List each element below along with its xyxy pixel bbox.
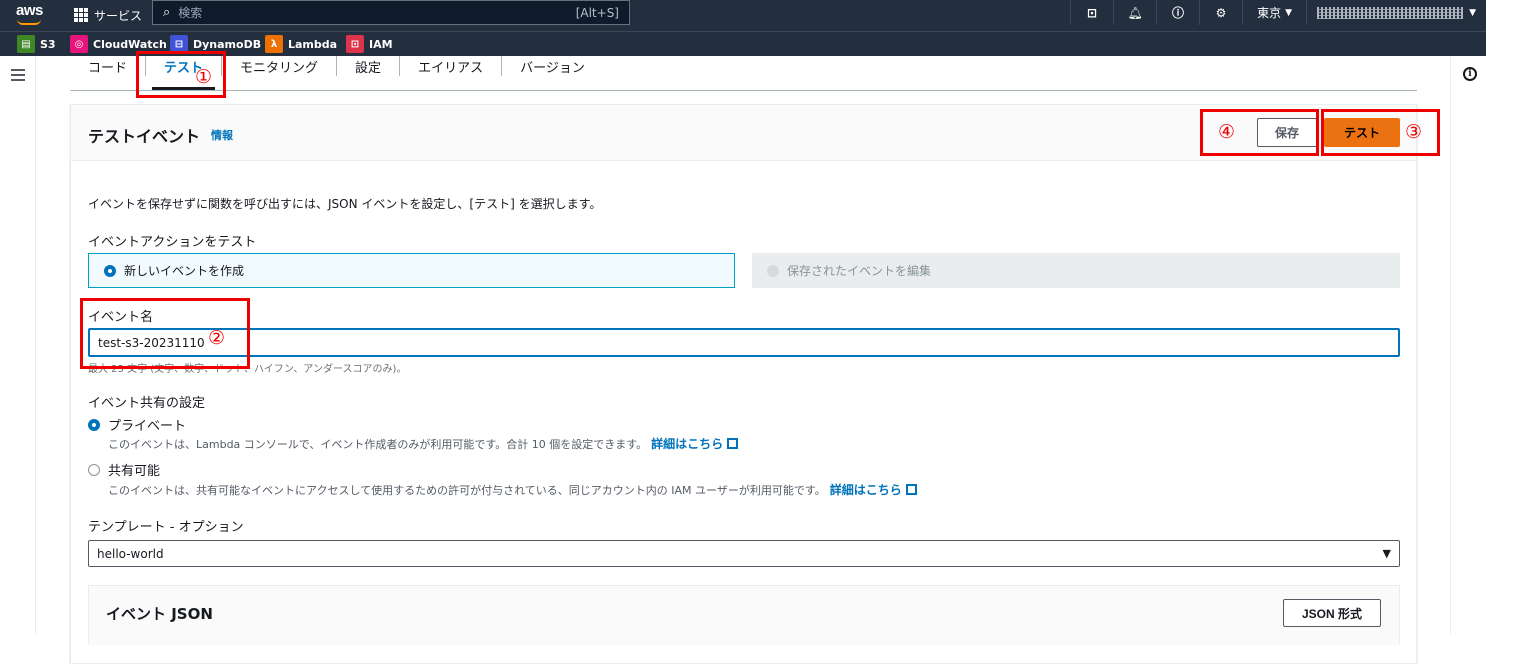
sharing-label: イベント共有の設定 bbox=[88, 396, 206, 411]
services-menu-button[interactable]: サービス bbox=[74, 5, 142, 25]
event-name-input[interactable]: test-s3-20231110 bbox=[88, 328, 1400, 357]
tab-code[interactable]: コード bbox=[70, 56, 147, 76]
test-event-panel: テストイベント 情報 保存 テスト bbox=[70, 104, 1417, 664]
favorite-label: S3 bbox=[40, 37, 56, 51]
search-icon: ⌕ bbox=[163, 5, 171, 20]
lambda-icon: λ bbox=[265, 35, 283, 53]
favorite-label: CloudWatch bbox=[93, 37, 167, 51]
cloudwatch-icon: ◎ bbox=[70, 35, 88, 53]
event-json-title: イベント JSON bbox=[106, 605, 213, 623]
annotation-box-3 bbox=[1321, 109, 1440, 156]
annotation-number-1: ① bbox=[195, 66, 213, 88]
aws-logo[interactable]: aws bbox=[16, 2, 43, 19]
external-link-icon bbox=[727, 438, 739, 449]
action-label: イベントアクションをテスト bbox=[88, 235, 257, 250]
panel-title: テストイベント bbox=[88, 127, 201, 146]
search-placeholder: 検索 bbox=[178, 6, 203, 20]
header-utilities: ⊡ 🔔︎ ⓘ ⚙ 東京 ▼ ▼ bbox=[1070, 0, 1486, 25]
radio-selected bbox=[88, 418, 100, 431]
favorite-label: DynamoDB bbox=[193, 37, 262, 51]
favorite-label: IAM bbox=[369, 37, 393, 51]
choice-label: 保存されたイベントを編集 bbox=[787, 264, 932, 278]
private-desc-text: このイベントは、Lambda コンソールで、イベント作成者のみが利用可能です。合… bbox=[108, 437, 648, 451]
bell-icon[interactable]: 🔔︎ bbox=[1113, 0, 1156, 25]
caret-down-icon: ▼ bbox=[1469, 7, 1476, 18]
panel-description: イベントを保存せずに関数を呼び出すには、JSON イベントを設定し、[テスト] … bbox=[88, 197, 602, 211]
right-tools-rail bbox=[1450, 56, 1521, 634]
favorite-lambda[interactable]: λ Lambda bbox=[265, 35, 337, 53]
learn-more-link[interactable]: 詳細はこちら bbox=[651, 435, 723, 452]
edit-saved-event-option: 保存されたイベントを編集 bbox=[752, 253, 1400, 288]
caret-down-icon: ▼ bbox=[1285, 7, 1292, 18]
caret-down-icon: ▼ bbox=[1382, 547, 1391, 560]
template-value: hello-world bbox=[97, 546, 164, 561]
shareable-description: このイベントは、共有可能なイベントにアクセスして使用するための許可が付与されてい… bbox=[108, 481, 917, 498]
annotation-number-4: ④ bbox=[1218, 121, 1236, 143]
function-tabs: コード テスト モニタリング 設定 エイリアス バージョン bbox=[70, 56, 1417, 91]
radio-selected bbox=[104, 264, 116, 277]
external-link-icon bbox=[905, 484, 917, 495]
info-icon[interactable]: i bbox=[1463, 67, 1477, 81]
learn-more-link[interactable]: 詳細はこちら bbox=[830, 481, 902, 498]
annotation-number-2: ② bbox=[208, 327, 226, 349]
json-format-button[interactable]: JSON 形式 bbox=[1283, 599, 1381, 627]
tab-configuration[interactable]: 設定 bbox=[337, 56, 401, 76]
region-selector[interactable]: 東京 ▼ bbox=[1242, 0, 1306, 25]
info-link[interactable]: 情報 bbox=[211, 127, 233, 143]
left-navigation-rail bbox=[0, 56, 36, 634]
radio-unselected bbox=[88, 463, 100, 476]
help-icon[interactable]: ⓘ bbox=[1156, 0, 1199, 25]
gear-icon[interactable]: ⚙ bbox=[1199, 0, 1242, 25]
s3-icon: ▤ bbox=[17, 35, 35, 53]
menu-icon[interactable] bbox=[11, 69, 25, 81]
services-label: サービス bbox=[94, 8, 143, 23]
tab-aliases[interactable]: エイリアス bbox=[400, 56, 503, 76]
radio-disabled bbox=[767, 264, 779, 277]
private-label: プライベート bbox=[108, 419, 187, 434]
annotation-number-3: ③ bbox=[1405, 121, 1423, 143]
private-description: このイベントは、Lambda コンソールで、イベント作成者のみが利用可能です。合… bbox=[108, 435, 739, 452]
cloudshell-icon[interactable]: ⊡ bbox=[1070, 0, 1113, 25]
template-label: テンプレート - オプション bbox=[88, 520, 244, 535]
account-menu[interactable]: ▼ bbox=[1306, 0, 1486, 25]
event-json-section: イベント JSON JSON 形式 bbox=[88, 585, 1400, 645]
favorite-s3[interactable]: ▤ S3 bbox=[17, 35, 56, 53]
account-name-redacted bbox=[1317, 6, 1464, 19]
shareable-desc-text: このイベントは、共有可能なイベントにアクセスして使用するための許可が付与されてい… bbox=[108, 483, 826, 497]
create-new-event-option[interactable]: 新しいイベントを作成 bbox=[88, 253, 735, 288]
tab-versions[interactable]: バージョン bbox=[502, 56, 603, 76]
aws-logo-smile bbox=[17, 19, 41, 25]
annotation-box-1 bbox=[136, 51, 226, 98]
favorite-label: Lambda bbox=[288, 37, 338, 51]
choice-label: 新しいイベントを作成 bbox=[124, 264, 245, 278]
private-option[interactable]: プライベート bbox=[88, 415, 186, 434]
shareable-option[interactable]: 共有可能 bbox=[88, 460, 160, 479]
favorite-iam[interactable]: ⊡ IAM bbox=[346, 35, 393, 53]
search-shortcut: [Alt+S] bbox=[575, 5, 619, 20]
global-header: aws サービス ⌕ 検索 [Alt+S] ⊡ 🔔︎ ⓘ ⚙ 東京 ▼ ▼ bbox=[0, 0, 1486, 31]
tab-monitoring[interactable]: モニタリング bbox=[222, 56, 338, 76]
iam-icon: ⊡ bbox=[346, 35, 364, 53]
shareable-label: 共有可能 bbox=[108, 464, 161, 479]
region-label: 東京 bbox=[1257, 6, 1282, 20]
search-input[interactable]: ⌕ 検索 [Alt+S] bbox=[152, 0, 630, 25]
grid-icon bbox=[74, 8, 88, 22]
template-select[interactable]: hello-world ▼ bbox=[88, 540, 1400, 567]
